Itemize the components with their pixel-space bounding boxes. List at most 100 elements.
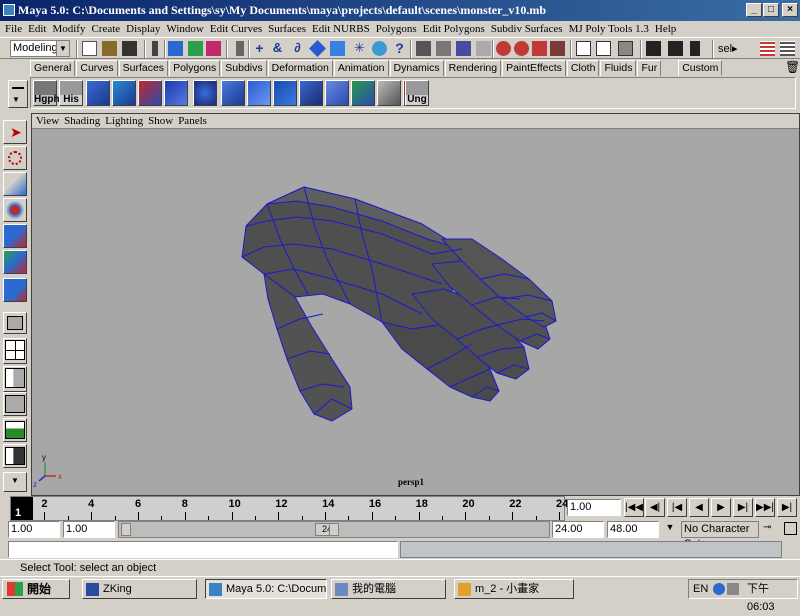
menu-edit[interactable]: Edit xyxy=(27,21,51,37)
start-button[interactable]: 開始 xyxy=(2,579,70,599)
step-forward-key-button[interactable]: ▶▶| xyxy=(755,498,775,517)
task-zking[interactable]: ZKing xyxy=(82,579,197,599)
poly-tool-icon[interactable] xyxy=(86,80,110,106)
hypershade-layout-button[interactable] xyxy=(3,418,27,442)
construction-history-toggle-icon[interactable] xyxy=(550,41,565,56)
trash-icon[interactable]: 🗑 xyxy=(785,60,800,74)
hand-mesh[interactable] xyxy=(241,186,557,422)
scene-canvas[interactable]: y x z xyxy=(32,129,799,495)
single-pane-layout-button[interactable] xyxy=(3,312,27,334)
menu-create[interactable]: Create xyxy=(90,21,125,37)
joint-icon[interactable]: ✳ xyxy=(352,41,367,56)
go-to-start-button[interactable]: |◀◀ xyxy=(624,498,644,517)
animation-prefs-icon[interactable] xyxy=(784,522,797,535)
menu-file[interactable]: File xyxy=(4,21,27,37)
select-tool-button[interactable]: ➤ xyxy=(3,120,27,144)
poly-tool-icon[interactable] xyxy=(138,80,162,106)
selection-mask-icon[interactable] xyxy=(152,41,158,56)
menu-mj-poly-tools[interactable]: MJ Poly Tools 1.3 xyxy=(568,21,654,37)
clapper-icon[interactable] xyxy=(668,41,683,56)
step-back-frame-button[interactable]: |◀ xyxy=(667,498,687,517)
menu-window[interactable]: Window xyxy=(165,21,208,37)
step-back-key-button[interactable]: ◀| xyxy=(645,498,665,517)
start-time-field[interactable]: 1.00 xyxy=(8,521,60,538)
render-globals-icon[interactable] xyxy=(618,41,633,56)
volume-icon[interactable] xyxy=(727,583,739,595)
chevron-down-icon[interactable]: ▼ xyxy=(662,522,678,537)
open-scene-icon[interactable] xyxy=(102,41,117,56)
mode-selector[interactable]: Modeling ▼ xyxy=(10,40,70,57)
output-connections-icon[interactable] xyxy=(514,41,529,56)
poly-tool-icon[interactable] xyxy=(164,80,188,106)
time-slider[interactable]: 1 2 4 6 8 10 12 14 16 18 20 22 24 xyxy=(10,496,568,521)
poly-tool-icon[interactable] xyxy=(325,80,349,106)
panel-menu-lighting[interactable]: Lighting xyxy=(104,114,147,128)
menu-display[interactable]: Display xyxy=(125,21,165,37)
task-maya[interactable]: Maya 5.0: C:\Docume... xyxy=(205,579,327,599)
lasso-tool-button[interactable] xyxy=(3,146,27,170)
shelf-tab-animation[interactable]: Animation xyxy=(333,60,389,76)
outliner-layout-button[interactable] xyxy=(3,366,27,392)
render-layout-button[interactable] xyxy=(3,444,27,468)
shelf-tab-painteffects[interactable]: PaintEffects xyxy=(502,60,566,76)
step-forward-frame-button[interactable]: ▶| xyxy=(733,498,753,517)
menu-edit-nurbs[interactable]: Edit NURBS xyxy=(311,21,375,37)
dynamics-icon[interactable] xyxy=(372,41,387,56)
shelf-tab-dynamics[interactable]: Dynamics xyxy=(389,60,444,76)
play-forward-button[interactable]: ▶ xyxy=(711,498,731,517)
playback-start-field[interactable]: 1.00 xyxy=(63,521,115,538)
select-by-component-icon[interactable] xyxy=(206,41,221,56)
menu-surfaces[interactable]: Surfaces xyxy=(267,21,311,37)
new-scene-icon[interactable] xyxy=(82,41,97,56)
current-time-field[interactable]: 1.00 xyxy=(567,499,621,516)
last-tool-button[interactable] xyxy=(3,278,27,302)
shelf-tab-subdivs[interactable]: Subdivs xyxy=(221,60,267,76)
panel-menu-panels[interactable]: Panels xyxy=(177,114,211,128)
shelf-tab-rendering[interactable]: Rendering xyxy=(444,60,502,76)
input-connections-icon[interactable] xyxy=(496,41,511,56)
shelf-tab-cloth[interactable]: Cloth xyxy=(566,60,600,76)
menu-edit-polygons[interactable]: Edit Polygons xyxy=(422,21,490,37)
menu-help[interactable]: Help xyxy=(654,21,681,37)
misc-icon[interactable]: ? xyxy=(392,41,407,56)
snap-point-icon[interactable] xyxy=(456,41,471,56)
poly-tool-icon[interactable] xyxy=(221,80,245,106)
poly-tool-icon[interactable] xyxy=(351,80,375,106)
poly-tool-icon[interactable] xyxy=(377,80,401,106)
save-scene-icon[interactable] xyxy=(122,41,137,56)
snap-view-plane-icon[interactable] xyxy=(476,41,491,56)
manipulator-tool-button[interactable] xyxy=(3,250,27,274)
select-by-object-icon[interactable] xyxy=(188,41,203,56)
panel-menu-shading[interactable]: Shading xyxy=(63,114,104,128)
clapper-icon[interactable] xyxy=(646,41,661,56)
maximize-button[interactable]: □ xyxy=(763,3,779,17)
close-button[interactable]: × xyxy=(782,3,798,17)
menu-edit-curves[interactable]: Edit Curves xyxy=(209,21,267,37)
language-indicator[interactable]: EN xyxy=(693,580,708,598)
clapper-icon[interactable] xyxy=(690,41,700,56)
surface-icon[interactable] xyxy=(309,40,326,57)
pivots-icon[interactable]: & xyxy=(270,41,285,56)
shelf-tab-fur[interactable]: Fur xyxy=(637,60,662,76)
menu-subdiv-surfaces[interactable]: Subdiv Surfaces xyxy=(490,21,568,37)
shelf-tab-custom[interactable]: Custom xyxy=(678,60,723,76)
lock-selection-icon[interactable] xyxy=(236,41,244,56)
poly-tool-icon[interactable] xyxy=(112,80,136,106)
render-frame-icon[interactable] xyxy=(576,41,591,56)
curve-icon[interactable]: ∂ xyxy=(290,41,305,56)
snap-grid-icon[interactable] xyxy=(416,41,431,56)
snap-curve-icon[interactable] xyxy=(436,41,451,56)
move-tool-button[interactable] xyxy=(3,172,27,196)
shelf-tab-surfaces[interactable]: Surfaces xyxy=(118,60,169,76)
panel-menu-view[interactable]: View xyxy=(35,114,63,128)
poly-tool-icon[interactable] xyxy=(273,80,297,106)
task-paint[interactable]: m_2 - 小畫家 xyxy=(454,579,574,599)
hypergraph-button[interactable]: Hgph xyxy=(33,80,60,106)
attribute-editor-icon[interactable] xyxy=(780,41,795,56)
shelf-tab-polygons[interactable]: Polygons xyxy=(169,60,221,76)
key-icon[interactable]: ⊸ xyxy=(763,522,771,533)
input-field-type-label[interactable]: sel▸ xyxy=(718,42,738,55)
shelf-tab-general[interactable]: General xyxy=(30,60,76,76)
range-slider[interactable]: 24 xyxy=(118,521,550,538)
four-pane-layout-button[interactable] xyxy=(3,338,27,364)
